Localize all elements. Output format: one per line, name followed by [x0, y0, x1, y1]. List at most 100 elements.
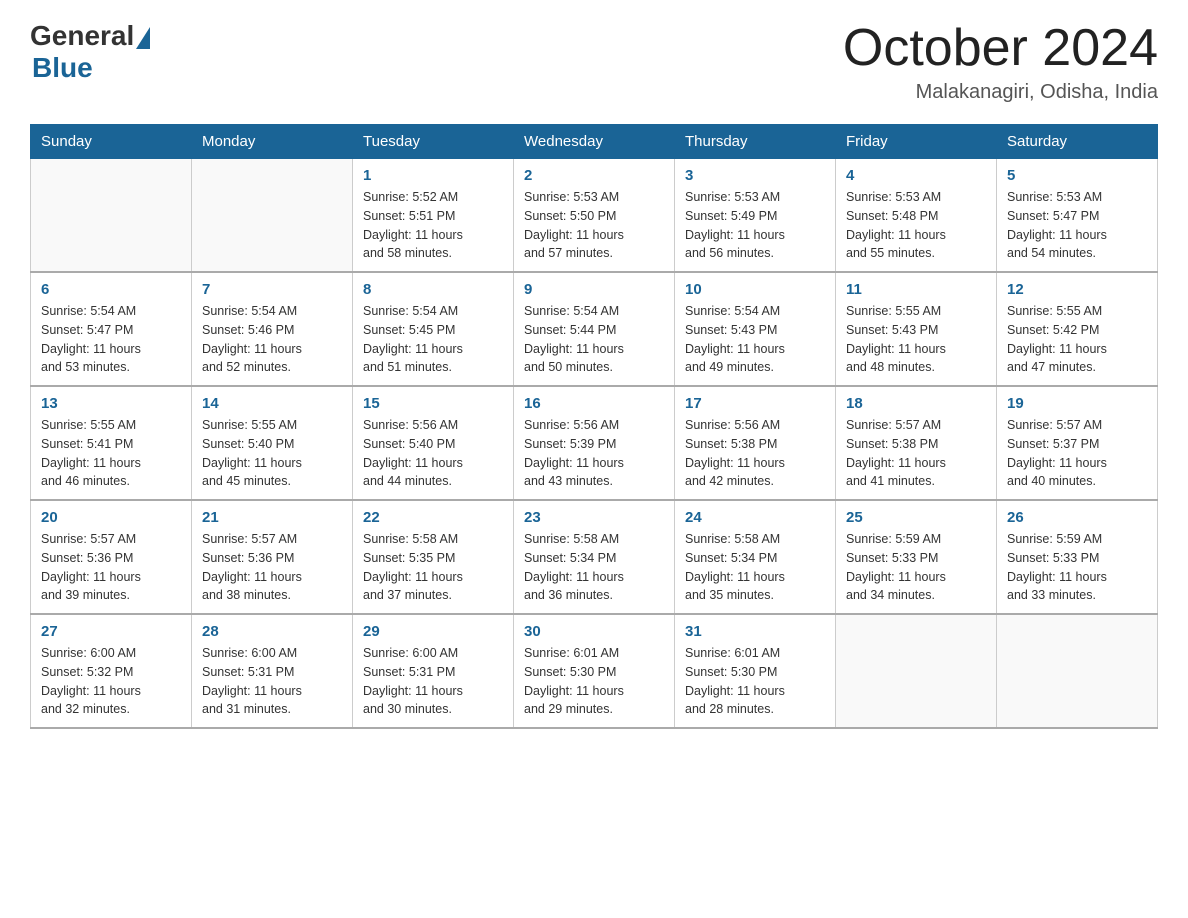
calendar-cell: [997, 614, 1158, 728]
calendar-week-row: 20 Sunrise: 5:57 AMSunset: 5:36 PMDayligh…: [31, 500, 1158, 614]
calendar-week-row: 6 Sunrise: 5:54 AMSunset: 5:47 PMDaylight…: [31, 272, 1158, 386]
calendar-cell: 7 Sunrise: 5:54 AMSunset: 5:46 PMDaylight…: [192, 272, 353, 386]
day-info: Sunrise: 5:58 AMSunset: 5:34 PMDaylight:…: [524, 530, 664, 605]
calendar-cell: 26 Sunrise: 5:59 AMSunset: 5:33 PMDayligh…: [997, 500, 1158, 614]
calendar-cell: 8 Sunrise: 5:54 AMSunset: 5:45 PMDaylight…: [353, 272, 514, 386]
day-number: 6: [41, 281, 181, 298]
day-number: 19: [1007, 395, 1147, 412]
calendar-cell: 30 Sunrise: 6:01 AMSunset: 5:30 PMDayligh…: [514, 614, 675, 728]
day-info: Sunrise: 6:00 AMSunset: 5:31 PMDaylight:…: [202, 644, 342, 719]
day-number: 16: [524, 395, 664, 412]
day-number: 13: [41, 395, 181, 412]
day-info: Sunrise: 5:54 AMSunset: 5:46 PMDaylight:…: [202, 302, 342, 377]
day-info: Sunrise: 5:55 AMSunset: 5:40 PMDaylight:…: [202, 416, 342, 491]
day-info: Sunrise: 5:59 AMSunset: 5:33 PMDaylight:…: [1007, 530, 1147, 605]
calendar-week-row: 1Sunrise: 5:52 AMSunset: 5:51 PMDaylight…: [31, 159, 1158, 273]
logo-triangle-icon: [136, 27, 150, 49]
day-info: Sunrise: 5:58 AMSunset: 5:34 PMDaylight:…: [685, 530, 825, 605]
day-number: 29: [363, 623, 503, 640]
day-info: Sunrise: 5:53 AMSunset: 5:48 PMDaylight:…: [846, 188, 986, 263]
day-info: Sunrise: 6:01 AMSunset: 5:30 PMDaylight:…: [685, 644, 825, 719]
day-number: 20: [41, 509, 181, 526]
day-number: 11: [846, 281, 986, 298]
calendar-cell: 3 Sunrise: 5:53 AMSunset: 5:49 PMDaylight…: [675, 159, 836, 273]
day-number: 5: [1007, 167, 1147, 184]
day-number: 3: [685, 167, 825, 184]
day-info: Sunrise: 5:53 AMSunset: 5:50 PMDaylight:…: [524, 188, 664, 263]
day-number: 22: [363, 509, 503, 526]
day-info: Sunrise: 5:55 AMSunset: 5:41 PMDaylight:…: [41, 416, 181, 491]
day-number: 23: [524, 509, 664, 526]
calendar-body: 1Sunrise: 5:52 AMSunset: 5:51 PMDaylight…: [31, 159, 1158, 729]
calendar-table: SundayMondayTuesdayWednesdayThursdayFrid…: [30, 124, 1158, 729]
calendar-cell: 6 Sunrise: 5:54 AMSunset: 5:47 PMDaylight…: [31, 272, 192, 386]
calendar-cell: 24 Sunrise: 5:58 AMSunset: 5:34 PMDayligh…: [675, 500, 836, 614]
day-info: Sunrise: 6:00 AMSunset: 5:32 PMDaylight:…: [41, 644, 181, 719]
month-title: October 2024: [843, 20, 1158, 77]
day-number: 15: [363, 395, 503, 412]
calendar-cell: 28Sunrise: 6:00 AMSunset: 5:31 PMDayligh…: [192, 614, 353, 728]
calendar-cell: 9Sunrise: 5:54 AMSunset: 5:44 PMDaylight…: [514, 272, 675, 386]
day-info: Sunrise: 5:53 AMSunset: 5:47 PMDaylight:…: [1007, 188, 1147, 263]
header-thursday: Thursday: [675, 125, 836, 159]
calendar-cell: 1Sunrise: 5:52 AMSunset: 5:51 PMDaylight…: [353, 159, 514, 273]
day-info: Sunrise: 5:56 AMSunset: 5:39 PMDaylight:…: [524, 416, 664, 491]
logo-general-text: General: [30, 20, 134, 52]
calendar-cell: 16 Sunrise: 5:56 AMSunset: 5:39 PMDayligh…: [514, 386, 675, 500]
header-saturday: Saturday: [997, 125, 1158, 159]
day-info: Sunrise: 5:54 AMSunset: 5:45 PMDaylight:…: [363, 302, 503, 377]
day-number: 26: [1007, 509, 1147, 526]
calendar-cell: [836, 614, 997, 728]
header-sunday: Sunday: [31, 125, 192, 159]
day-number: 17: [685, 395, 825, 412]
day-info: Sunrise: 5:52 AMSunset: 5:51 PMDaylight:…: [363, 188, 503, 263]
calendar-cell: [31, 159, 192, 273]
header-row: SundayMondayTuesdayWednesdayThursdayFrid…: [31, 125, 1158, 159]
calendar-cell: 15 Sunrise: 5:56 AMSunset: 5:40 PMDayligh…: [353, 386, 514, 500]
calendar-cell: 27 Sunrise: 6:00 AMSunset: 5:32 PMDayligh…: [31, 614, 192, 728]
location-text: Malakanagiri, Odisha, India: [843, 81, 1158, 104]
day-info: Sunrise: 5:54 AMSunset: 5:47 PMDaylight:…: [41, 302, 181, 377]
day-info: Sunrise: 5:57 AMSunset: 5:38 PMDaylight:…: [846, 416, 986, 491]
calendar-cell: 13 Sunrise: 5:55 AMSunset: 5:41 PMDayligh…: [31, 386, 192, 500]
day-info: Sunrise: 5:55 AMSunset: 5:42 PMDaylight:…: [1007, 302, 1147, 377]
calendar-cell: 31 Sunrise: 6:01 AMSunset: 5:30 PMDayligh…: [675, 614, 836, 728]
calendar-cell: 23 Sunrise: 5:58 AMSunset: 5:34 PMDayligh…: [514, 500, 675, 614]
calendar-cell: 14Sunrise: 5:55 AMSunset: 5:40 PMDayligh…: [192, 386, 353, 500]
calendar-cell: 21Sunrise: 5:57 AMSunset: 5:36 PMDayligh…: [192, 500, 353, 614]
day-number: 27: [41, 623, 181, 640]
day-info: Sunrise: 5:56 AMSunset: 5:38 PMDaylight:…: [685, 416, 825, 491]
day-info: Sunrise: 5:55 AMSunset: 5:43 PMDaylight:…: [846, 302, 986, 377]
day-info: Sunrise: 5:58 AMSunset: 5:35 PMDaylight:…: [363, 530, 503, 605]
day-info: Sunrise: 5:57 AMSunset: 5:36 PMDaylight:…: [41, 530, 181, 605]
calendar-cell: 18 Sunrise: 5:57 AMSunset: 5:38 PMDayligh…: [836, 386, 997, 500]
day-number: 24: [685, 509, 825, 526]
day-info: Sunrise: 5:56 AMSunset: 5:40 PMDaylight:…: [363, 416, 503, 491]
calendar-cell: 2Sunrise: 5:53 AMSunset: 5:50 PMDaylight…: [514, 159, 675, 273]
calendar-header: SundayMondayTuesdayWednesdayThursdayFrid…: [31, 125, 1158, 159]
calendar-week-row: 13 Sunrise: 5:55 AMSunset: 5:41 PMDayligh…: [31, 386, 1158, 500]
day-number: 18: [846, 395, 986, 412]
day-number: 12: [1007, 281, 1147, 298]
calendar-cell: 10Sunrise: 5:54 AMSunset: 5:43 PMDayligh…: [675, 272, 836, 386]
calendar-cell: 22 Sunrise: 5:58 AMSunset: 5:35 PMDayligh…: [353, 500, 514, 614]
page-header: General Blue October 2024 Malakanagiri, …: [30, 20, 1158, 104]
day-info: Sunrise: 6:01 AMSunset: 5:30 PMDaylight:…: [524, 644, 664, 719]
header-tuesday: Tuesday: [353, 125, 514, 159]
calendar-cell: 4 Sunrise: 5:53 AMSunset: 5:48 PMDaylight…: [836, 159, 997, 273]
day-info: Sunrise: 5:59 AMSunset: 5:33 PMDaylight:…: [846, 530, 986, 605]
day-number: 31: [685, 623, 825, 640]
day-number: 7: [202, 281, 342, 298]
calendar-cell: 19Sunrise: 5:57 AMSunset: 5:37 PMDayligh…: [997, 386, 1158, 500]
day-number: 4: [846, 167, 986, 184]
day-info: Sunrise: 5:53 AMSunset: 5:49 PMDaylight:…: [685, 188, 825, 263]
header-friday: Friday: [836, 125, 997, 159]
day-number: 8: [363, 281, 503, 298]
calendar-cell: 5 Sunrise: 5:53 AMSunset: 5:47 PMDaylight…: [997, 159, 1158, 273]
calendar-cell: 29Sunrise: 6:00 AMSunset: 5:31 PMDayligh…: [353, 614, 514, 728]
logo: General Blue: [30, 20, 150, 84]
calendar-week-row: 27 Sunrise: 6:00 AMSunset: 5:32 PMDayligh…: [31, 614, 1158, 728]
calendar-cell: [192, 159, 353, 273]
logo-blue-text: Blue: [32, 52, 93, 84]
day-number: 30: [524, 623, 664, 640]
